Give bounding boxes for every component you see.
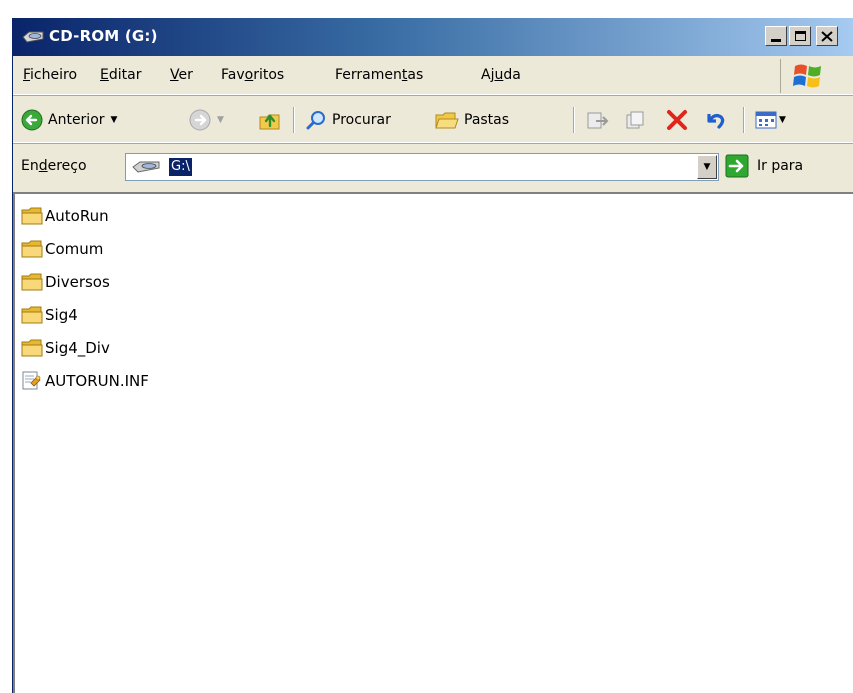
toolbar-separator: [743, 107, 745, 133]
undo-button[interactable]: [703, 98, 727, 142]
up-folder-button[interactable]: [258, 98, 282, 142]
menu-accel: V: [170, 67, 179, 83]
delete-button[interactable]: [665, 98, 689, 142]
folder-icon: [21, 306, 43, 324]
go-label: Ir para: [757, 158, 804, 174]
folder-icon: [21, 273, 43, 291]
title-bar[interactable]: CD-ROM (G:): [13, 18, 853, 56]
toolbar-separator: [573, 107, 575, 133]
address-bar: Endereço G:\ ▼ Ir para: [13, 146, 853, 188]
undo-icon: [707, 113, 725, 129]
address-label: Endereço: [21, 158, 87, 174]
back-dropdown-icon[interactable]: ▼: [111, 115, 118, 125]
minimize-icon: [771, 38, 781, 42]
file-name: Sig4: [45, 306, 78, 324]
explorer-window: CD-ROM (G:) Ficheiro Editar Ver Favorito…: [12, 18, 853, 693]
menu-accel: u: [494, 67, 504, 83]
forward-arrow-icon: [189, 109, 211, 131]
menu-label: Fav: [221, 67, 245, 83]
standard-toolbar: Anterior ▼ ▼ Procurar Pastas ▼: [13, 98, 853, 143]
cd-drive-icon: [132, 161, 162, 177]
menu-favoritos[interactable]: Favoritos: [221, 67, 284, 83]
menu-label: ritos: [253, 67, 285, 83]
address-input[interactable]: G:\ ▼: [125, 153, 719, 181]
copy-to-icon: [626, 111, 644, 129]
menu-label: icheiro: [30, 67, 78, 83]
menu-label: ditar: [108, 67, 142, 83]
windows-flag-icon: [793, 64, 821, 88]
file-item-autorun-inf[interactable]: AUTORUN.INF: [21, 369, 149, 393]
search-button[interactable]: Procurar: [305, 98, 391, 142]
cd-drive-icon: [21, 30, 45, 44]
folders-button[interactable]: Pastas: [435, 98, 509, 142]
folders-label: Pastas: [464, 112, 510, 128]
folder-item-comum[interactable]: Comum: [21, 237, 103, 261]
address-label-accel: d: [38, 158, 48, 174]
go-button[interactable]: Ir para: [725, 154, 803, 178]
folder-up-icon: [259, 114, 280, 130]
copy-to-button[interactable]: [623, 98, 647, 142]
address-value: G:\: [169, 158, 192, 176]
close-icon: [821, 30, 833, 42]
minimize-button[interactable]: [765, 26, 787, 46]
folder-item-sig4[interactable]: Sig4: [21, 303, 78, 327]
menu-bar: Ficheiro Editar Ver Favoritos Ferramenta…: [13, 58, 853, 95]
menu-ver[interactable]: Ver: [170, 67, 193, 83]
folders-icon: [435, 112, 459, 129]
window-title: CD-ROM (G:): [49, 27, 158, 45]
forward-dropdown-icon[interactable]: ▼: [217, 115, 224, 125]
file-name: Sig4_Div: [45, 339, 110, 357]
search-label: Procurar: [332, 112, 391, 128]
file-list[interactable]: AutoRun Comum Diversos Sig4 Sig4_Div AUT…: [13, 192, 853, 693]
views-button[interactable]: ▼: [755, 98, 786, 142]
menu-label: da: [503, 67, 521, 83]
menu-label: er: [178, 67, 193, 83]
folder-item-diversos[interactable]: Diversos: [21, 270, 110, 294]
maximize-button[interactable]: [789, 26, 811, 46]
file-name: AUTORUN.INF: [45, 372, 149, 390]
folder-icon: [21, 240, 43, 258]
toolbar-separator: [293, 107, 295, 133]
forward-button[interactable]: ▼: [189, 98, 224, 142]
menu-editar[interactable]: Editar: [100, 67, 141, 83]
file-name: Comum: [45, 240, 104, 258]
menu-ficheiro[interactable]: Ficheiro: [23, 67, 77, 83]
back-button[interactable]: Anterior ▼: [21, 98, 117, 142]
menu-ajuda[interactable]: Ajuda: [481, 67, 521, 83]
address-dropdown-button[interactable]: ▼: [697, 155, 717, 179]
menu-label: as: [407, 67, 424, 83]
back-arrow-icon: [21, 109, 43, 131]
close-button[interactable]: [816, 26, 838, 46]
folder-icon: [21, 207, 43, 225]
delete-x-icon: [667, 110, 687, 130]
views-dropdown-icon[interactable]: ▼: [779, 115, 786, 125]
go-arrow-icon: [725, 154, 749, 178]
menu-label: Ferramen: [335, 67, 402, 83]
menu-label: Aj: [481, 67, 495, 83]
menu-accel: E: [100, 67, 109, 83]
views-grid-icon: [755, 111, 777, 129]
move-to-button[interactable]: [585, 98, 609, 142]
back-label: Anterior: [48, 112, 105, 128]
menu-accel: F: [23, 67, 31, 83]
chevron-down-icon: ▼: [703, 162, 711, 172]
folder-item-autorun[interactable]: AutoRun: [21, 204, 109, 228]
menu-accel: o: [244, 67, 254, 83]
file-name: Diversos: [45, 273, 110, 291]
search-icon: [306, 111, 325, 130]
address-label-text: ereço: [47, 158, 87, 174]
file-name: AutoRun: [45, 207, 109, 225]
maximize-icon: [794, 31, 806, 41]
folder-item-sig4-div[interactable]: Sig4_Div: [21, 336, 110, 360]
move-to-icon: [587, 112, 609, 129]
menu-ferramentas[interactable]: Ferramentas: [335, 67, 423, 83]
setup-file-icon: [22, 371, 41, 390]
address-label-text: En: [21, 158, 39, 174]
windows-logo: [780, 59, 833, 93]
folder-icon: [21, 339, 43, 357]
